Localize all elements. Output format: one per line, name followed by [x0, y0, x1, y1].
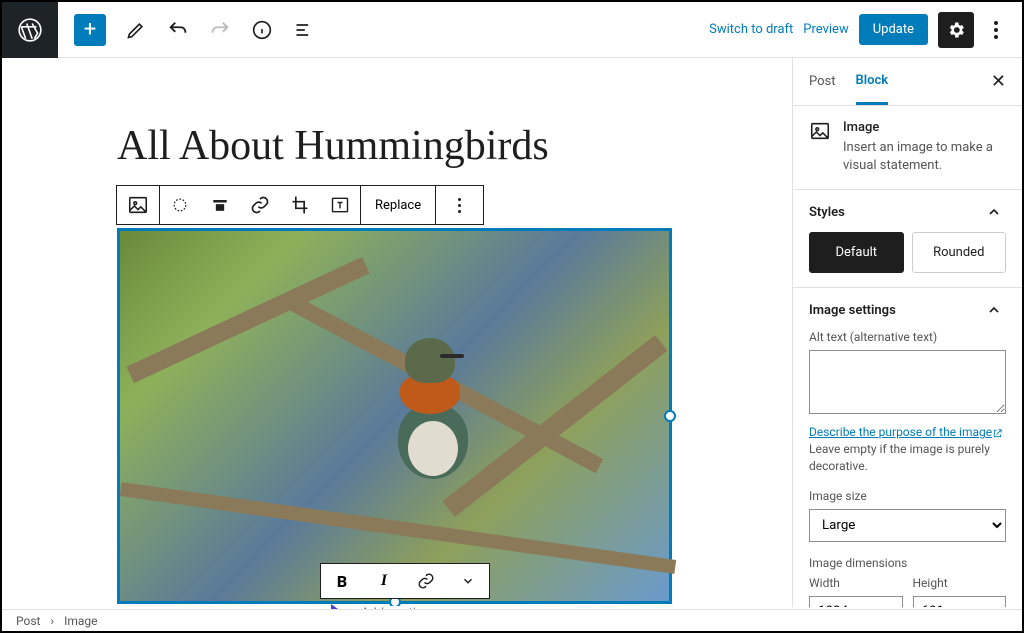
- tab-post[interactable]: Post: [809, 58, 836, 105]
- preview-link[interactable]: Preview: [803, 22, 848, 37]
- image-settings-title: Image settings: [809, 303, 896, 318]
- crumb-root[interactable]: Post: [16, 614, 40, 628]
- alt-text-help: Describe the purpose of the image Leave …: [809, 424, 1006, 474]
- block-toolbar: Replace: [116, 185, 484, 225]
- post-title[interactable]: All About Hummingbirds: [117, 122, 549, 170]
- text-overlay-icon[interactable]: [320, 195, 360, 215]
- image-block-type-icon: [809, 120, 831, 175]
- alt-text-label: Alt text (alternative text): [809, 330, 1006, 344]
- settings-button[interactable]: [938, 12, 974, 48]
- add-block-button[interactable]: +: [74, 14, 106, 46]
- caption-more-button[interactable]: [447, 564, 489, 598]
- hummingbird-image[interactable]: B I: [117, 228, 672, 604]
- width-label: Width: [809, 576, 903, 590]
- chevron-up-icon[interactable]: [982, 204, 1006, 220]
- resize-handle-right[interactable]: [664, 410, 676, 422]
- caption-link-button[interactable]: [405, 564, 447, 598]
- crop-icon[interactable]: [280, 195, 320, 215]
- alt-text-input[interactable]: [809, 350, 1006, 414]
- italic-button[interactable]: I: [363, 564, 405, 598]
- image-block-icon[interactable]: [117, 186, 159, 224]
- chevron-up-icon-2[interactable]: [982, 302, 1006, 318]
- height-input[interactable]: [913, 596, 1007, 607]
- align-icon[interactable]: [200, 195, 240, 215]
- close-sidebar-icon[interactable]: ✕: [991, 71, 1006, 92]
- breadcrumb: Post › Image: [2, 609, 1022, 631]
- image-size-select[interactable]: Large: [809, 509, 1006, 542]
- replace-button[interactable]: Replace: [361, 186, 435, 224]
- update-button[interactable]: Update: [859, 14, 928, 45]
- style-rounded[interactable]: Rounded: [912, 232, 1007, 273]
- styles-title: Styles: [809, 205, 845, 220]
- wp-logo[interactable]: [2, 2, 58, 58]
- align-none-icon[interactable]: [160, 195, 200, 215]
- image-size-label: Image size: [809, 489, 1006, 503]
- redo-icon: [202, 12, 238, 48]
- undo-icon[interactable]: [160, 12, 196, 48]
- alt-help-link[interactable]: Describe the purpose of the image: [809, 425, 992, 439]
- tab-block[interactable]: Block: [856, 58, 889, 105]
- info-icon[interactable]: [244, 12, 280, 48]
- outline-icon[interactable]: [286, 12, 322, 48]
- block-type-name: Image: [843, 120, 1006, 135]
- height-label: Height: [913, 576, 1007, 590]
- chevron-right-icon: ›: [50, 614, 54, 628]
- image-dim-label: Image dimensions: [809, 556, 1006, 570]
- block-more-icon[interactable]: [436, 186, 483, 224]
- more-options-icon[interactable]: [984, 21, 1008, 39]
- bold-button[interactable]: B: [321, 564, 363, 598]
- style-default[interactable]: Default: [809, 232, 904, 273]
- link-icon[interactable]: [240, 195, 280, 215]
- block-type-desc: Insert an image to make a visual stateme…: [843, 139, 1006, 175]
- edit-icon[interactable]: [118, 12, 154, 48]
- image-block[interactable]: B I: [117, 228, 672, 604]
- width-input[interactable]: [809, 596, 903, 607]
- caption-toolbar: B I: [320, 563, 490, 599]
- crumb-current[interactable]: Image: [64, 614, 97, 628]
- switch-to-draft-link[interactable]: Switch to draft: [709, 22, 793, 37]
